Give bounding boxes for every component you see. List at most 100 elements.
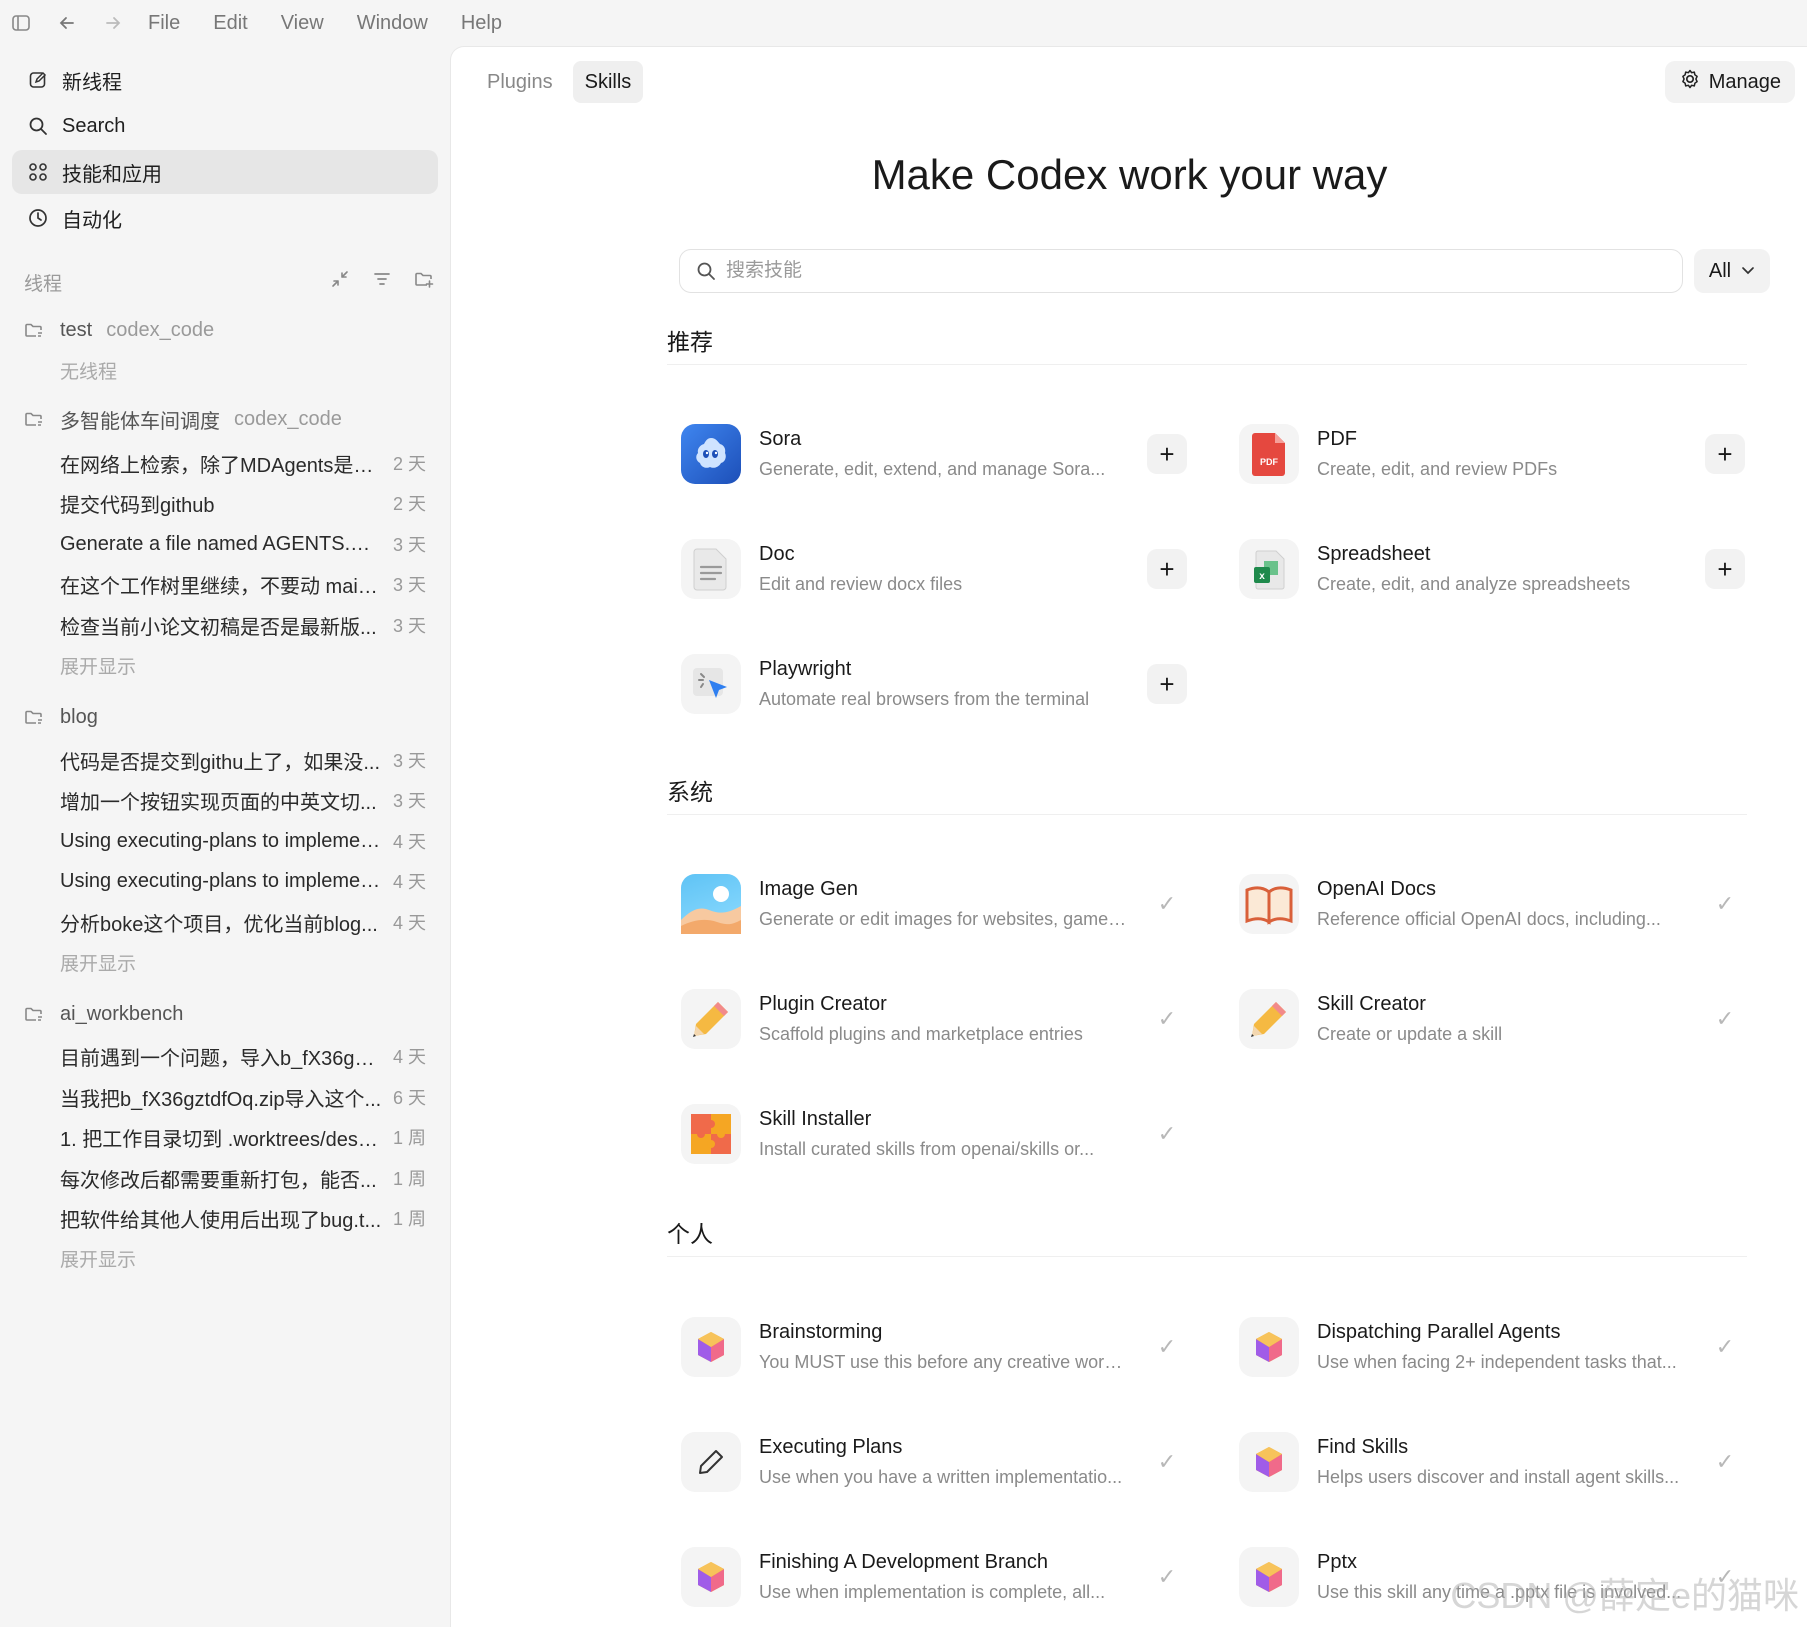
menu-window[interactable]: Window xyxy=(357,12,428,35)
forward-arrow-icon[interactable] xyxy=(102,12,124,34)
pdf-badge-text: PDF xyxy=(1260,457,1279,467)
doc-icon xyxy=(681,539,741,599)
chevron-down-icon xyxy=(1741,260,1755,283)
thread-item[interactable]: 检查当前小论文初稿是否是最新版... 3 天 xyxy=(60,605,436,645)
group-heading-recommended: 推荐 xyxy=(667,315,1747,365)
collapse-icon[interactable] xyxy=(330,269,350,295)
expand-link[interactable]: 展开显示 xyxy=(60,942,136,982)
skill-search-input[interactable] xyxy=(726,260,1626,282)
skill-card-skill-installer[interactable]: Skill Installer Install curated skills f… xyxy=(667,1089,1187,1179)
skill-name: Brainstorming xyxy=(759,1321,883,1343)
skill-card-image-gen[interactable]: Image Gen Generate or edit images for we… xyxy=(667,859,1187,949)
nav-search[interactable]: Search xyxy=(12,104,438,148)
spreadsheet-icon: x xyxy=(1239,539,1299,599)
thread-title: 当我把b_fX36gztdfOq.zip导入这个... xyxy=(60,1088,382,1111)
skill-description: You MUST use this before any creative wo… xyxy=(759,1352,1129,1372)
thread-title: Using executing-plans to implemen... xyxy=(60,869,382,892)
skill-card-find-skills[interactable]: Find Skills Helps users discover and ins… xyxy=(1225,1417,1745,1507)
thread-time: 2 天 xyxy=(392,454,426,474)
skill-card-spreadsheet[interactable]: x Spreadsheet Create, edit, and analyze … xyxy=(1225,524,1745,614)
project-multi-agent[interactable]: 多智能体车间调度 codex_code xyxy=(24,399,434,439)
menu-view[interactable]: View xyxy=(281,12,324,35)
skill-card-brainstorming[interactable]: Brainstorming You MUST use this before a… xyxy=(667,1302,1187,1392)
filter-icon[interactable] xyxy=(372,269,392,295)
add-skill-button[interactable]: + xyxy=(1147,434,1187,474)
expand-link[interactable]: 展开显示 xyxy=(60,1238,136,1278)
project-ai-workbench[interactable]: ai_workbench xyxy=(24,994,434,1034)
menu-edit[interactable]: Edit xyxy=(213,12,247,35)
nav-label: Search xyxy=(62,114,126,137)
skill-card-skill-creator[interactable]: Skill Creator Create or update a skill ✓ xyxy=(1225,974,1745,1064)
thread-time: 1 周 xyxy=(392,1128,426,1148)
sidebar: 新线程 Search 技能和应用 自动化 线程 test codex_code … xyxy=(0,46,450,1627)
skill-search[interactable] xyxy=(679,249,1683,293)
filter-dropdown[interactable]: All xyxy=(1694,249,1770,293)
skill-card-executing-plans[interactable]: Executing Plans Use when you have a writ… xyxy=(667,1417,1187,1507)
skill-card-plugin-creator[interactable]: Plugin Creator Scaffold plugins and mark… xyxy=(667,974,1187,1064)
folder-icon xyxy=(24,1004,48,1024)
thread-item[interactable]: Generate a file named AGENTS.md ... 3 天 xyxy=(60,524,436,564)
sidebar-toggle-icon[interactable] xyxy=(10,12,32,34)
tab-skills[interactable]: Skills xyxy=(572,61,644,103)
thread-item[interactable]: 分析boke这个项目，优化当前blog... 4 天 xyxy=(60,902,436,942)
skill-card-pdf[interactable]: PDF PDF Create, edit, and review PDFs + xyxy=(1225,409,1745,499)
menu-help[interactable]: Help xyxy=(461,12,502,35)
skill-name: Finishing A Development Branch xyxy=(759,1551,1049,1573)
thread-item[interactable]: 1. 把工作目录切到 .worktrees/deskt... 1 周 xyxy=(60,1117,436,1157)
nav-automation[interactable]: 自动化 xyxy=(12,196,438,240)
thread-time: 4 天 xyxy=(392,832,426,852)
skill-card-playwright[interactable]: Playwright Automate real browsers from t… xyxy=(667,639,1187,729)
pencil-icon xyxy=(1239,989,1299,1049)
thread-time: 3 天 xyxy=(392,616,426,636)
cube-icon xyxy=(1239,1317,1299,1377)
thread-item[interactable]: 在这个工作树里继续，不要动 main... 3 天 xyxy=(60,564,436,604)
thread-item[interactable]: 当我把b_fX36gztdfOq.zip导入这个... 6 天 xyxy=(60,1077,436,1117)
thread-item[interactable]: 增加一个按钮实现页面的中英文切... 3 天 xyxy=(60,780,436,820)
nav-new-thread[interactable]: 新线程 xyxy=(12,58,438,102)
installed-check-icon: ✓ xyxy=(1157,1449,1177,1474)
project-blog[interactable]: blog xyxy=(24,697,434,737)
add-skill-button[interactable]: + xyxy=(1705,549,1745,589)
thread-item[interactable]: Using executing-plans to implemen... 4 天 xyxy=(60,861,436,901)
skill-description: Create or update a skill xyxy=(1317,1024,1503,1044)
sora-icon xyxy=(681,424,741,484)
skill-card-finishing-branch[interactable]: Finishing A Development Branch Use when … xyxy=(667,1532,1187,1622)
skill-card-doc[interactable]: Doc Edit and review docx files + xyxy=(667,524,1187,614)
thread-item[interactable]: Using executing-plans to implemen... 4 天 xyxy=(60,821,436,861)
add-skill-button[interactable]: + xyxy=(1705,434,1745,474)
skill-description: Use when you have a written implementati… xyxy=(759,1467,1123,1487)
skill-name: Image Gen xyxy=(759,878,858,900)
skill-description: Create, edit, and review PDFs xyxy=(1317,459,1558,479)
menu-file[interactable]: File xyxy=(148,12,180,35)
add-skill-button[interactable]: + xyxy=(1147,549,1187,589)
project-name: blog xyxy=(60,705,98,728)
skill-name: Dispatching Parallel Agents xyxy=(1317,1321,1561,1343)
manage-button[interactable]: Manage xyxy=(1664,61,1795,103)
skill-card-openai-docs[interactable]: OpenAI Docs Reference official OpenAI do… xyxy=(1225,859,1745,949)
skill-card-sora[interactable]: Sora Generate, edit, extend, and manage … xyxy=(667,409,1187,499)
tab-plugins[interactable]: Plugins xyxy=(475,61,565,103)
cube-icon xyxy=(1239,1432,1299,1492)
thread-item[interactable]: 在网络上检索，除了MDAgents是否... 2 天 xyxy=(60,443,436,483)
thread-title: 在网络上检索，除了MDAgents是否... xyxy=(60,454,382,477)
back-arrow-icon[interactable] xyxy=(56,12,78,34)
project-test[interactable]: test codex_code xyxy=(24,310,434,350)
new-folder-icon[interactable] xyxy=(414,269,434,295)
nav-skills-apps[interactable]: 技能和应用 xyxy=(12,150,438,194)
skills-panel: Plugins Skills Manage Make Codex work yo… xyxy=(450,46,1807,1627)
skill-card-dispatching-parallel-agents[interactable]: Dispatching Parallel Agents Use when fac… xyxy=(1225,1302,1745,1392)
filter-value: All xyxy=(1708,259,1732,282)
add-skill-button[interactable]: + xyxy=(1147,664,1187,704)
thread-title: 每次修改后都需要重新打包，能否... xyxy=(60,1169,377,1192)
installed-check-icon: ✓ xyxy=(1715,1449,1735,1474)
thread-item[interactable]: 代码是否提交到githu上了，如果没... 3 天 xyxy=(60,740,436,780)
thread-item[interactable]: 提交代码到github 2 天 xyxy=(60,483,436,523)
edit-icon xyxy=(26,68,50,92)
expand-link[interactable]: 展开显示 xyxy=(60,645,136,685)
thread-item[interactable]: 目前遇到一个问题，导入b_fX36gzt... 4 天 xyxy=(60,1036,436,1076)
thread-item[interactable]: 把软件给其他人使用后出现了bug.t... 1 周 xyxy=(60,1198,436,1238)
installed-check-icon: ✓ xyxy=(1715,891,1735,916)
thread-item[interactable]: 每次修改后都需要重新打包，能否... 1 周 xyxy=(60,1158,436,1198)
nav-label: 技能和应用 xyxy=(62,163,162,186)
thread-title: 在这个工作树里继续，不要动 main... xyxy=(60,575,382,598)
